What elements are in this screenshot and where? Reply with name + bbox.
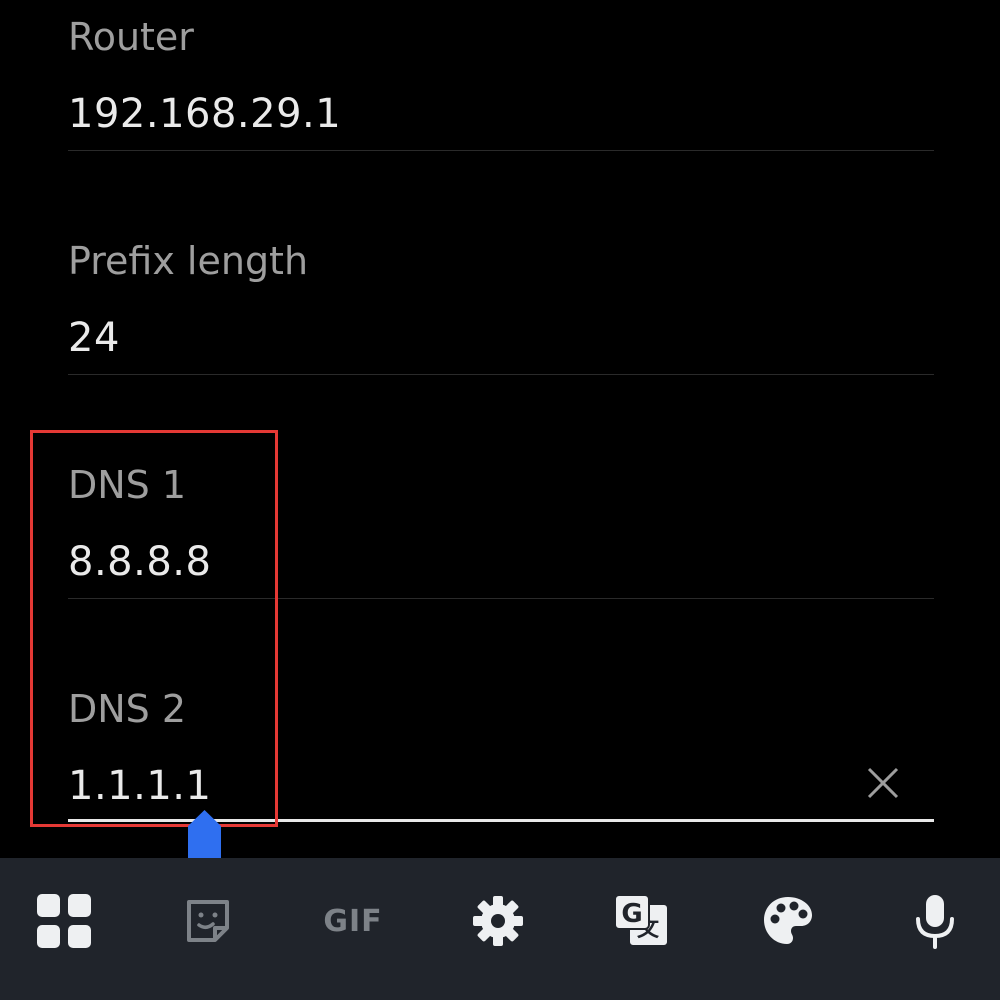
dns2-field[interactable]: DNS 2 1.1.1.1 xyxy=(68,672,934,824)
prefix-length-input[interactable]: 24 xyxy=(68,318,120,358)
sticker-icon xyxy=(187,900,229,942)
theme-button[interactable] xyxy=(753,886,823,956)
translate-button[interactable]: 文 G xyxy=(607,886,677,956)
gif-button[interactable]: GIF xyxy=(318,886,388,956)
gif-icon: GIF xyxy=(323,903,383,939)
voice-input-button[interactable] xyxy=(900,886,970,956)
apps-button[interactable] xyxy=(29,886,99,956)
microphone-icon xyxy=(916,895,954,949)
router-input[interactable]: 192.168.29.1 xyxy=(68,94,341,134)
ip-settings-screen: Router 192.168.29.1 Prefix length 24 DNS… xyxy=(0,0,1000,1000)
dns1-underline xyxy=(68,598,934,599)
close-icon xyxy=(867,767,899,799)
keyboard-toolbar: GIF 文 G xyxy=(0,858,1000,1000)
dns2-label: DNS 2 xyxy=(68,687,187,731)
gear-icon xyxy=(473,896,523,946)
dns1-field[interactable]: DNS 1 8.8.8.8 xyxy=(68,448,934,600)
prefix-length-field[interactable]: Prefix length 24 xyxy=(68,224,934,376)
dns2-input[interactable]: 1.1.1.1 xyxy=(68,766,211,806)
router-field[interactable]: Router 192.168.29.1 xyxy=(68,0,934,152)
translate-icon: 文 G xyxy=(614,894,669,947)
svg-text:G: G xyxy=(621,899,642,929)
clear-text-button[interactable] xyxy=(858,758,908,808)
router-label: Router xyxy=(68,15,194,59)
dns1-input[interactable]: 8.8.8.8 xyxy=(68,542,211,582)
sticker-button[interactable] xyxy=(173,886,243,956)
palette-icon xyxy=(764,897,812,944)
router-underline xyxy=(68,150,934,151)
dns1-label: DNS 1 xyxy=(68,463,187,507)
prefix-length-label: Prefix length xyxy=(68,239,309,283)
settings-button[interactable] xyxy=(463,886,533,956)
prefix-length-underline xyxy=(68,374,934,375)
apps-grid-icon xyxy=(37,894,91,948)
